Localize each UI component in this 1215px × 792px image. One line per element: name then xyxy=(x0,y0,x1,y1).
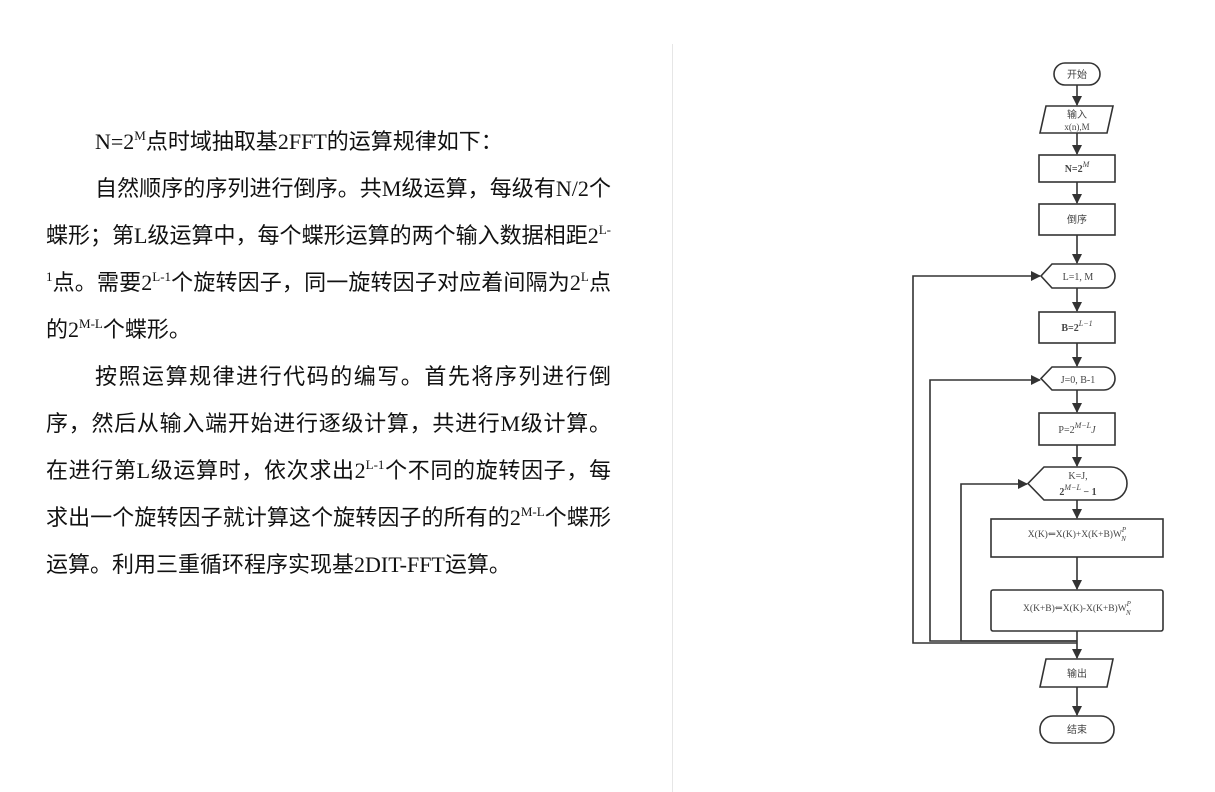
reverse-label: 倒序 xyxy=(1067,213,1087,226)
butterfly-step1-label: X(K)⇐X(K)+X(K+B)WP N xyxy=(1028,526,1127,543)
output-label: 输出 xyxy=(1067,667,1087,680)
b-label: B=2L−1 xyxy=(1061,319,1092,334)
loop-k-label-1: K=J, xyxy=(1068,471,1087,482)
p-label: P=2M−LJ xyxy=(1058,421,1096,436)
end-label: 结束 xyxy=(1067,723,1087,736)
loop-k-label-2: 2M−L − 1 xyxy=(1059,483,1096,498)
start-label: 开始 xyxy=(1067,68,1087,81)
loop-l-label: L=1, M xyxy=(1063,272,1094,283)
fft-flowchart: 开始 输入 x(n),M N=2M 倒序 L=1, M B=2L−1 J=0, … xyxy=(912,62,1164,744)
butterfly-step2-label: X(K+B)⇐X(K)-X(K+B)WP N xyxy=(1023,600,1132,617)
flow-arrows xyxy=(912,85,1082,716)
n-label: N=2M xyxy=(1065,160,1091,175)
input-label: 输入 xyxy=(1067,108,1087,121)
input-vars: x(n),M xyxy=(1064,122,1089,132)
loop-j-label: J=0, B-1 xyxy=(1061,375,1096,386)
